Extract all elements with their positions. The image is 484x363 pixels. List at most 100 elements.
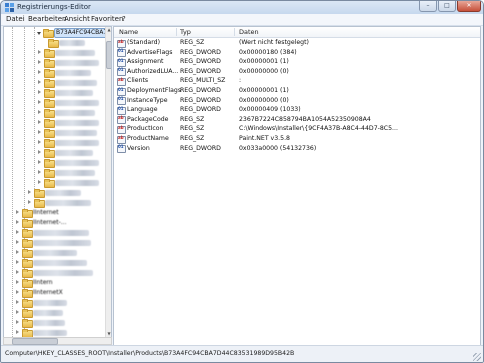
tree-item[interactable]	[4, 108, 104, 118]
tree-item[interactable]: IInternetX	[4, 288, 104, 298]
tree-item[interactable]	[4, 138, 104, 148]
value-row[interactable]: Version REG_DWORD 0x033a0000 (54132736)	[114, 144, 480, 154]
column-header-name[interactable]: Name	[119, 27, 138, 37]
tree-item[interactable]	[4, 188, 104, 198]
value-row[interactable]: InstanceType REG_DWORD 0x00000000 (0)	[114, 96, 480, 106]
tree-item[interactable]	[4, 48, 104, 58]
menu-favoriten[interactable]: Favoriten	[91, 14, 123, 25]
tree-item[interactable]	[4, 58, 104, 68]
expand-arrow-icon[interactable]	[28, 200, 31, 204]
column-separator[interactable]	[234, 28, 235, 36]
tree-item[interactable]	[4, 158, 104, 168]
expand-arrow-icon[interactable]	[38, 130, 41, 134]
expand-arrow-icon[interactable]	[16, 300, 19, 304]
expand-arrow-icon[interactable]	[16, 260, 19, 264]
expand-arrow-icon[interactable]	[16, 310, 19, 314]
expand-arrow-icon[interactable]	[38, 160, 41, 164]
resize-grip-icon[interactable]	[473, 353, 481, 361]
tree-horizontal-scrollbar[interactable]	[3, 337, 112, 345]
scroll-up-arrow-icon[interactable]: ▲	[106, 27, 111, 33]
tree-item[interactable]: IIntern	[4, 278, 104, 288]
value-row[interactable]: AdvertiseFlags REG_DWORD 0x00000180 (384)	[114, 48, 480, 58]
tree-item[interactable]: IInternet-...	[4, 218, 104, 228]
value-type: REG_DWORD	[180, 67, 221, 75]
value-row[interactable]: (Standard) REG_SZ (Wert nicht festgelegt)	[114, 38, 480, 48]
expand-arrow-icon[interactable]	[38, 60, 41, 64]
tree-item[interactable]	[4, 98, 104, 108]
registry-key-tree[interactable]: B73A4FC94CBA7D IInternet IInternet-... I…	[3, 26, 112, 346]
menu-help[interactable]: ?	[122, 14, 126, 25]
expand-arrow-icon[interactable]	[38, 110, 41, 114]
tree-item[interactable]	[4, 168, 104, 178]
tree-item[interactable]	[4, 38, 104, 48]
expand-arrow-icon[interactable]	[16, 320, 19, 324]
expand-arrow-icon[interactable]	[38, 180, 41, 184]
menu-ansicht[interactable]: Ansicht	[64, 14, 90, 25]
value-row[interactable]: Clients REG_MULTI_SZ:	[114, 76, 480, 86]
value-row[interactable]: ProductName REG_SZ Paint.NET v3.5.8	[114, 134, 480, 144]
expand-arrow-icon[interactable]	[38, 140, 41, 144]
tree-item[interactable]	[4, 148, 104, 158]
expand-arrow-icon[interactable]	[38, 170, 41, 174]
tree-item[interactable]	[4, 128, 104, 138]
expand-arrow-icon[interactable]	[16, 280, 19, 284]
tree-item[interactable]	[4, 178, 104, 188]
tree-item[interactable]	[4, 68, 104, 78]
collapse-arrow-icon[interactable]	[37, 32, 41, 35]
tree-item-selected-key[interactable]: B73A4FC94CBA7D	[4, 28, 111, 38]
tree-vertical-scrollbar[interactable]: ▲ ▼	[105, 27, 111, 345]
redacted-key-label	[55, 80, 97, 86]
value-row[interactable]: PackageCode REG_SZ 2367B7224C858794BA1054A…	[114, 115, 480, 125]
expand-arrow-icon[interactable]	[38, 50, 41, 54]
expand-arrow-icon[interactable]	[16, 210, 19, 214]
tree-item[interactable]	[4, 308, 104, 318]
tree-item[interactable]	[4, 228, 104, 238]
tree-item[interactable]	[4, 238, 104, 248]
maximize-button[interactable]: □	[438, 1, 456, 12]
expand-arrow-icon[interactable]	[38, 90, 41, 94]
tree-horizontal-scroll-thumb[interactable]	[12, 338, 58, 345]
expand-arrow-icon[interactable]	[16, 250, 19, 254]
expand-arrow-icon[interactable]	[38, 80, 41, 84]
menu-bearbeiten[interactable]: Bearbeiten	[28, 14, 66, 25]
value-row[interactable]: Assignment REG_DWORD 0x00000001 (1)	[114, 57, 480, 67]
tree-item[interactable]	[4, 298, 104, 308]
value-row[interactable]: DeploymentFlagsREG_DWORD 0x00000001 (1)	[114, 86, 480, 96]
tree-item-label: IInternet-...	[33, 219, 67, 226]
expand-arrow-icon[interactable]	[38, 150, 41, 154]
values-list[interactable]: Name Typ Daten (Standard) REG_SZ (Wert nic…	[113, 26, 481, 346]
tree-item[interactable]	[4, 258, 104, 268]
expand-arrow-icon[interactable]	[16, 230, 19, 234]
column-header-data[interactable]: Daten	[239, 27, 259, 37]
tree-item[interactable]	[4, 118, 104, 128]
binary-value-icon	[117, 58, 126, 67]
expand-arrow-icon[interactable]	[16, 290, 19, 294]
tree-vertical-scroll-thumb[interactable]	[106, 41, 111, 69]
expand-arrow-icon[interactable]	[28, 190, 31, 194]
close-button[interactable]: ✕	[457, 1, 481, 12]
column-separator[interactable]	[176, 28, 177, 36]
tree-item[interactable]	[4, 318, 104, 328]
expand-arrow-icon[interactable]	[16, 270, 19, 274]
column-header-type[interactable]: Typ	[180, 27, 191, 37]
value-data: 2367B7224C858794BA1054A52350908A4	[239, 115, 371, 123]
title-bar[interactable]: Registrierungs-Editor – □ ✕	[1, 1, 483, 14]
expand-arrow-icon[interactable]	[38, 120, 41, 124]
tree-item[interactable]	[4, 248, 104, 258]
menu-datei[interactable]: Datei	[6, 14, 25, 25]
expand-arrow-icon[interactable]	[16, 240, 19, 244]
value-row[interactable]: AuthorizedLUA...REG_DWORD 0x00000000 (0)	[114, 67, 480, 77]
string-value-icon	[117, 135, 126, 144]
expand-arrow-icon[interactable]	[16, 220, 19, 224]
tree-item[interactable]: IInternet	[4, 208, 104, 218]
minimize-button[interactable]: –	[419, 1, 437, 12]
expand-arrow-icon[interactable]	[38, 70, 41, 74]
expand-arrow-icon[interactable]	[16, 330, 19, 334]
value-row[interactable]: ProductIcon REG_SZ C:\Windows\Installer\{9…	[114, 124, 480, 134]
tree-item[interactable]	[4, 78, 104, 88]
tree-item[interactable]	[4, 198, 104, 208]
expand-arrow-icon[interactable]	[38, 100, 41, 104]
value-row[interactable]: Language REG_DWORD 0x00000409 (1033)	[114, 105, 480, 115]
tree-item[interactable]	[4, 268, 104, 278]
tree-item[interactable]	[4, 88, 104, 98]
